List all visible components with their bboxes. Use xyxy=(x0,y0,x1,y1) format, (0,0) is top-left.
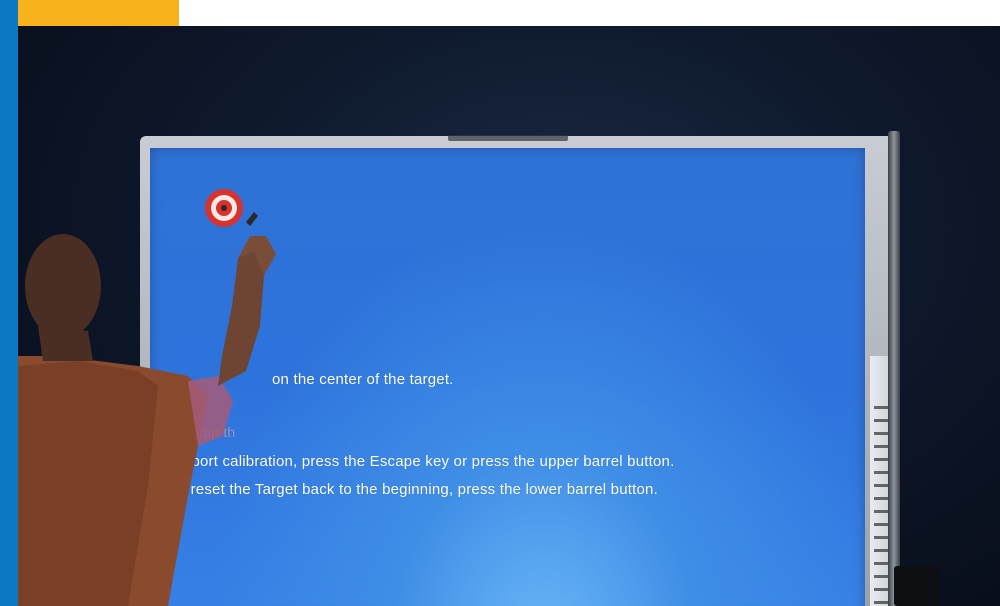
person-calibrating-silhouette xyxy=(18,212,276,606)
whiteboard-brand-label xyxy=(448,135,568,141)
left-accent-bar xyxy=(0,0,18,606)
top-accent-tab xyxy=(18,0,179,26)
tray-ruler-marks xyxy=(874,406,888,606)
whiteboard-side-rail xyxy=(888,131,900,606)
photo-interactive-whiteboard: on the center of the target. Tap th o ab… xyxy=(18,26,1000,606)
stand-base xyxy=(894,566,940,606)
